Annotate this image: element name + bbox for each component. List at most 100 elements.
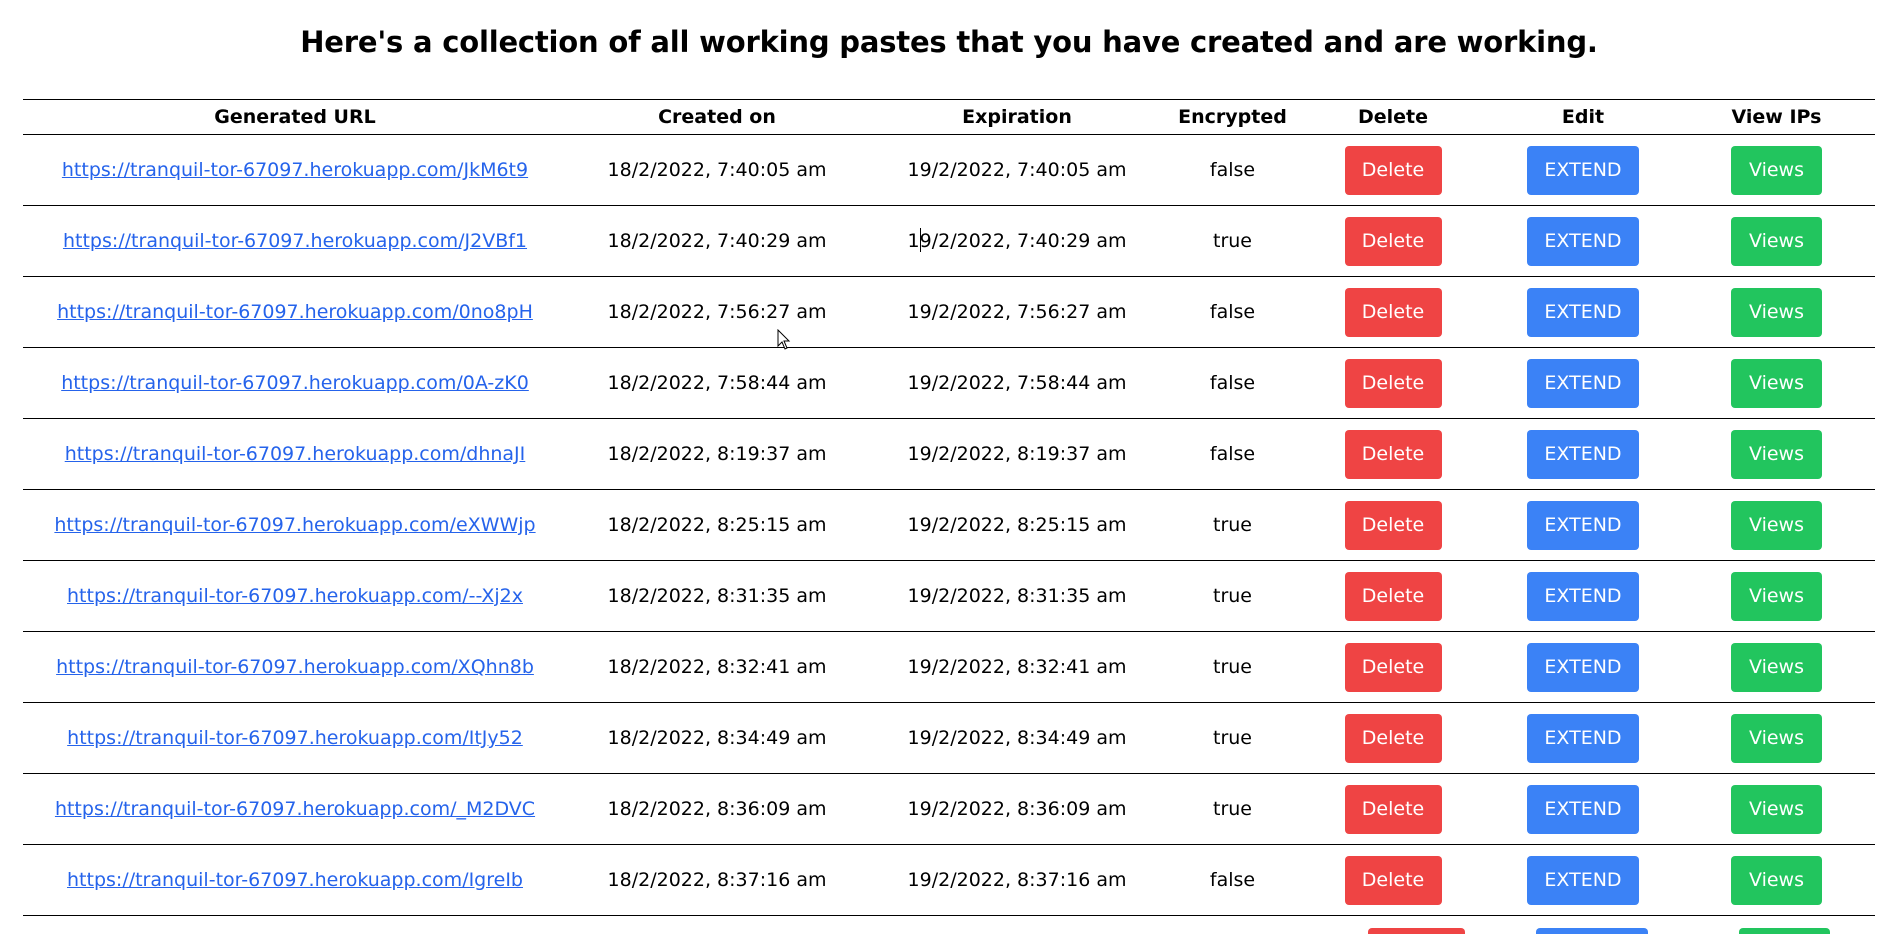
views-button[interactable]: Views: [1731, 855, 1822, 905]
url-cell: https://tranquil-tor-67097.herokuapp.com…: [23, 347, 567, 419]
expiration-cell: 19/2/2022, 8:19:37 am: [867, 418, 1167, 490]
edit-cell: EXTEND: [1488, 702, 1678, 774]
delete-button[interactable]: Delete: [1344, 713, 1442, 763]
table-row: https://tranquil-tor-67097.herokuapp.com…: [23, 489, 1875, 561]
table-row: https://tranquil-tor-67097.herokuapp.com…: [23, 205, 1875, 277]
paste-url-link[interactable]: https://tranquil-tor-67097.herokuapp.com…: [54, 514, 535, 536]
created-on-cell: 18/2/2022, 8:19:37 am: [567, 418, 867, 490]
view-ips-cell: Views: [1678, 134, 1875, 206]
created-on-cell: 18/2/2022, 7:56:27 am: [567, 276, 867, 348]
encrypted-cell: true: [1167, 631, 1298, 703]
extend-button-partial[interactable]: [1536, 928, 1648, 934]
delete-cell: Delete: [1298, 844, 1488, 916]
delete-button[interactable]: Delete: [1344, 358, 1442, 408]
views-button-partial[interactable]: [1739, 928, 1830, 934]
view-ips-cell: Views: [1678, 418, 1875, 490]
created-on-cell: 18/2/2022, 8:34:49 am: [567, 702, 867, 774]
created-on-cell: 18/2/2022, 7:40:29 am: [567, 205, 867, 277]
paste-url-link[interactable]: https://tranquil-tor-67097.herokuapp.com…: [67, 727, 523, 749]
edit-cell: EXTEND: [1488, 418, 1678, 490]
extend-button[interactable]: EXTEND: [1527, 287, 1639, 337]
delete-button[interactable]: Delete: [1344, 145, 1442, 195]
page: Here's a collection of all working paste…: [0, 0, 1898, 934]
views-button[interactable]: Views: [1731, 571, 1822, 621]
created-on-cell: 18/2/2022, 8:36:09 am: [567, 773, 867, 845]
expiration-cell: 19/2/2022, 7:40:29 am: [867, 205, 1167, 277]
delete-cell: Delete: [1298, 489, 1488, 561]
extend-button[interactable]: EXTEND: [1527, 713, 1639, 763]
views-button[interactable]: Views: [1731, 713, 1822, 763]
paste-url-link[interactable]: https://tranquil-tor-67097.herokuapp.com…: [61, 372, 529, 394]
views-button[interactable]: Views: [1731, 642, 1822, 692]
paste-url-link[interactable]: https://tranquil-tor-67097.herokuapp.com…: [63, 230, 527, 252]
text-caret: [920, 228, 921, 252]
table-row: https://tranquil-tor-67097.herokuapp.com…: [23, 773, 1875, 845]
url-cell: https://tranquil-tor-67097.herokuapp.com…: [23, 773, 567, 845]
paste-url-link[interactable]: https://tranquil-tor-67097.herokuapp.com…: [65, 443, 526, 465]
delete-cell: Delete: [1298, 631, 1488, 703]
delete-button-partial[interactable]: [1368, 928, 1465, 934]
url-cell: https://tranquil-tor-67097.herokuapp.com…: [23, 276, 567, 348]
extend-button[interactable]: EXTEND: [1527, 855, 1639, 905]
extend-button[interactable]: EXTEND: [1527, 571, 1639, 621]
created-on-cell: 18/2/2022, 7:40:05 am: [567, 134, 867, 206]
delete-button[interactable]: Delete: [1344, 571, 1442, 621]
extend-button[interactable]: EXTEND: [1527, 358, 1639, 408]
paste-url-link[interactable]: https://tranquil-tor-67097.herokuapp.com…: [67, 869, 523, 891]
encrypted-cell: false: [1167, 418, 1298, 490]
url-cell: https://tranquil-tor-67097.herokuapp.com…: [23, 418, 567, 490]
encrypted-cell: true: [1167, 560, 1298, 632]
views-button[interactable]: Views: [1731, 358, 1822, 408]
extend-button[interactable]: EXTEND: [1527, 642, 1639, 692]
extend-button[interactable]: EXTEND: [1527, 429, 1639, 479]
view-ips-cell: Views: [1678, 560, 1875, 632]
views-button[interactable]: Views: [1731, 145, 1822, 195]
encrypted-cell: true: [1167, 489, 1298, 561]
header-edit: Edit: [1488, 99, 1678, 135]
views-button[interactable]: Views: [1731, 784, 1822, 834]
expiration-cell: 19/2/2022, 8:31:35 am: [867, 560, 1167, 632]
extend-button[interactable]: EXTEND: [1527, 216, 1639, 266]
paste-url-link[interactable]: https://tranquil-tor-67097.herokuapp.com…: [56, 656, 534, 678]
paste-url-link[interactable]: https://tranquil-tor-67097.herokuapp.com…: [55, 798, 535, 820]
header-generated-url: Generated URL: [23, 99, 567, 135]
delete-button[interactable]: Delete: [1344, 429, 1442, 479]
delete-button[interactable]: Delete: [1344, 216, 1442, 266]
paste-url-link[interactable]: https://tranquil-tor-67097.herokuapp.com…: [57, 301, 533, 323]
created-on-cell: 18/2/2022, 8:32:41 am: [567, 631, 867, 703]
delete-button[interactable]: Delete: [1344, 287, 1442, 337]
extend-button[interactable]: EXTEND: [1527, 784, 1639, 834]
views-button[interactable]: Views: [1731, 287, 1822, 337]
expiration-cell: 19/2/2022, 8:36:09 am: [867, 773, 1167, 845]
paste-url-link[interactable]: https://tranquil-tor-67097.herokuapp.com…: [62, 159, 528, 181]
created-on-cell: 18/2/2022, 8:31:35 am: [567, 560, 867, 632]
url-cell: https://tranquil-tor-67097.herokuapp.com…: [23, 702, 567, 774]
views-button[interactable]: Views: [1731, 500, 1822, 550]
views-button[interactable]: Views: [1731, 429, 1822, 479]
expiration-cell: 19/2/2022, 8:37:16 am: [867, 844, 1167, 916]
encrypted-cell: false: [1167, 347, 1298, 419]
views-button[interactable]: Views: [1731, 216, 1822, 266]
delete-button[interactable]: Delete: [1344, 855, 1442, 905]
created-on-cell: 18/2/2022, 8:25:15 am: [567, 489, 867, 561]
delete-cell: Delete: [1298, 560, 1488, 632]
url-cell: https://tranquil-tor-67097.herokuapp.com…: [23, 134, 567, 206]
page-title: Here's a collection of all working paste…: [300, 25, 1598, 59]
header-encrypted: Encrypted: [1167, 99, 1298, 135]
view-ips-cell: Views: [1678, 773, 1875, 845]
encrypted-cell: true: [1167, 773, 1298, 845]
delete-cell: Delete: [1298, 773, 1488, 845]
mouse-pointer-icon: [777, 329, 791, 350]
paste-url-link[interactable]: https://tranquil-tor-67097.herokuapp.com…: [67, 585, 523, 607]
view-ips-cell: Views: [1678, 702, 1875, 774]
expiration-cell: 19/2/2022, 8:32:41 am: [867, 631, 1167, 703]
extend-button[interactable]: EXTEND: [1527, 500, 1639, 550]
table-header: Generated URL Created on Expiration Encr…: [23, 99, 1875, 135]
delete-button[interactable]: Delete: [1344, 500, 1442, 550]
header-expiration: Expiration: [867, 99, 1167, 135]
delete-cell: Delete: [1298, 276, 1488, 348]
delete-button[interactable]: Delete: [1344, 784, 1442, 834]
delete-button[interactable]: Delete: [1344, 642, 1442, 692]
extend-button[interactable]: EXTEND: [1527, 145, 1639, 195]
edit-cell: EXTEND: [1488, 773, 1678, 845]
